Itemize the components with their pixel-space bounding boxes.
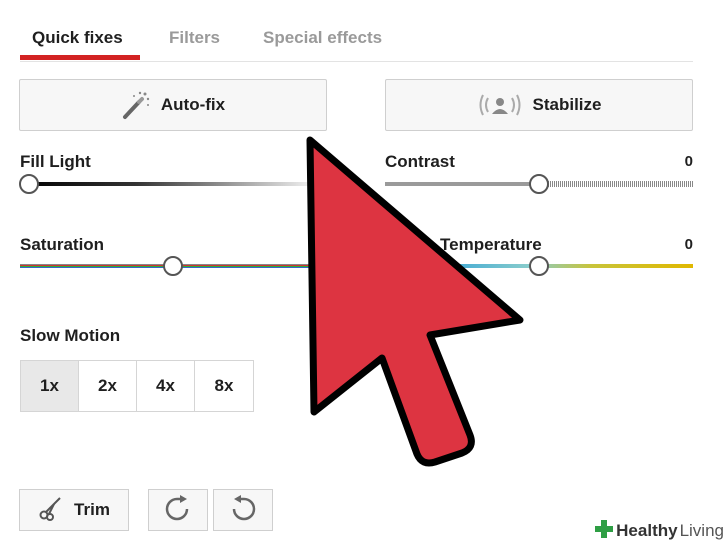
healthy-living-watermark: Healthy Living bbox=[590, 516, 728, 546]
tab-filters[interactable]: Filters bbox=[169, 28, 220, 48]
temperature-value: 0 bbox=[684, 236, 693, 253]
slow-motion-selector: 1x 2x 4x 8x bbox=[20, 360, 254, 412]
slow-motion-1x-button[interactable]: 1x bbox=[21, 361, 79, 411]
stabilize-icon bbox=[477, 90, 523, 120]
trim-button[interactable]: Trim bbox=[19, 489, 129, 531]
fill-light-slider-thumb[interactable] bbox=[19, 174, 39, 194]
tab-quick-fixes[interactable]: Quick fixes bbox=[32, 28, 123, 48]
auto-fix-label: Auto-fix bbox=[160, 95, 226, 114]
saturation-slider-thumb[interactable] bbox=[163, 256, 183, 276]
tab-special-effects[interactable]: Special effects bbox=[263, 28, 382, 48]
contrast-track-right[interactable] bbox=[540, 181, 693, 187]
red-arrow-cursor-icon bbox=[300, 130, 540, 475]
rotate-left-icon bbox=[228, 493, 258, 528]
watermark-brand-suffix: Living bbox=[679, 521, 724, 540]
slow-motion-label: Slow Motion bbox=[20, 326, 121, 345]
active-tab-indicator bbox=[20, 55, 140, 60]
auto-fix-button[interactable]: Auto-fix bbox=[19, 79, 327, 131]
tab-bar: Quick fixes Filters Special effects bbox=[20, 0, 693, 62]
contrast-value: 0 bbox=[684, 153, 693, 170]
fill-light-track[interactable] bbox=[20, 182, 310, 186]
stabilize-label: Stabilize bbox=[532, 95, 602, 114]
slow-motion-8x-button[interactable]: 8x bbox=[195, 361, 253, 411]
magic-wand-icon bbox=[121, 90, 151, 120]
trim-label: Trim bbox=[74, 500, 110, 519]
slow-motion-4x-button[interactable]: 4x bbox=[137, 361, 195, 411]
scissors-icon bbox=[38, 495, 64, 526]
rotate-right-button[interactable] bbox=[148, 489, 208, 531]
stabilize-button[interactable]: Stabilize bbox=[385, 79, 693, 131]
slow-motion-2x-button[interactable]: 2x bbox=[79, 361, 137, 411]
watermark-brand: Healthy bbox=[616, 521, 678, 540]
saturation-label: Saturation bbox=[20, 235, 105, 254]
rotate-left-button[interactable] bbox=[213, 489, 273, 531]
fill-light-label: Fill Light bbox=[20, 152, 91, 171]
rotate-right-icon bbox=[163, 493, 193, 528]
cross-icon bbox=[594, 519, 614, 544]
